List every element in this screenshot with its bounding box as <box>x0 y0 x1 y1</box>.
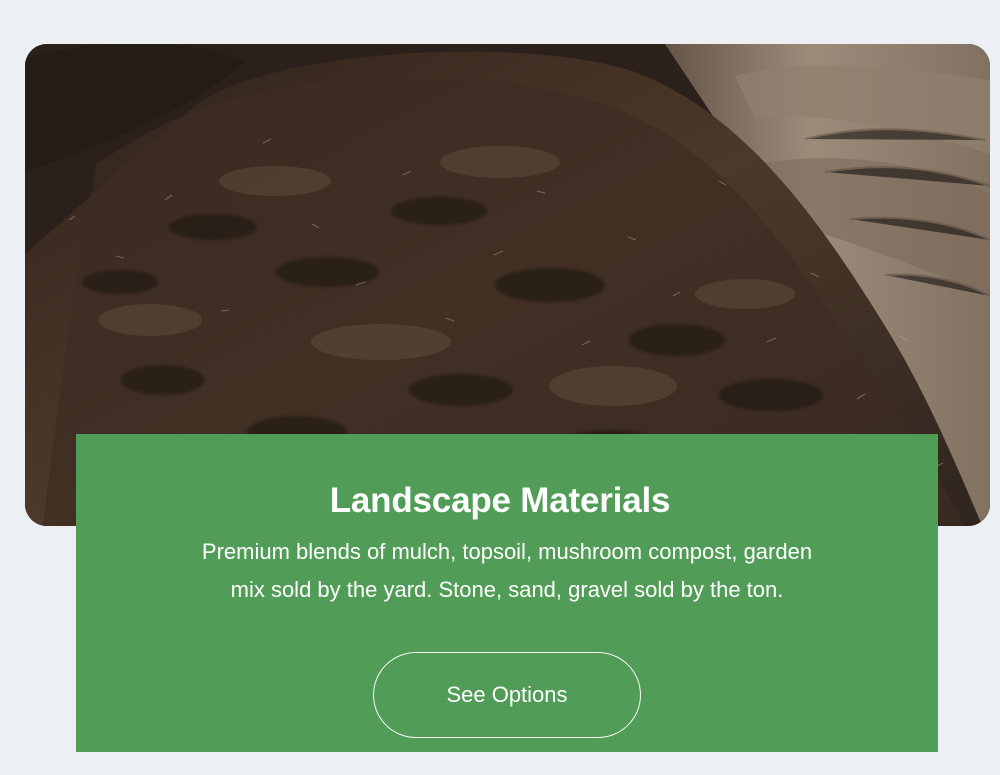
see-options-button[interactable]: See Options <box>373 652 641 738</box>
card-description: Premium blends of mulch, topsoil, mushro… <box>201 539 813 602</box>
card-title: Landscape Materials <box>329 481 671 521</box>
landscape-materials-section: Landscape Materials Premium blends of mu… <box>0 0 1000 775</box>
